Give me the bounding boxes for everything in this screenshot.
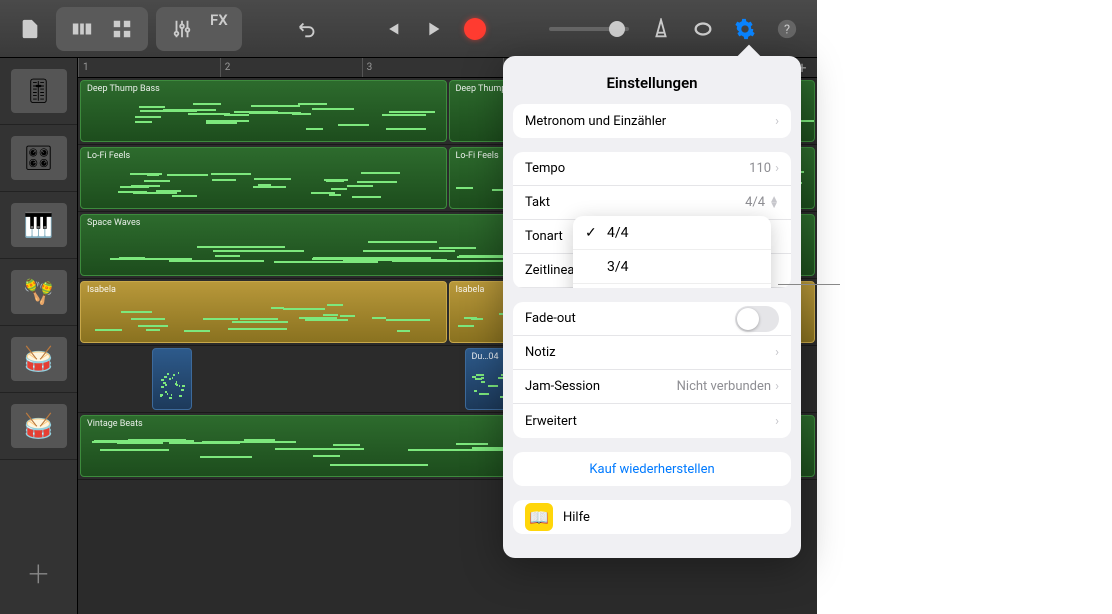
- updown-icon: ▲▼: [769, 197, 779, 209]
- zoom-slider[interactable]: [549, 27, 629, 31]
- track-header-space-waves[interactable]: 🎹: [0, 192, 77, 259]
- tracks-view-icon[interactable]: [104, 11, 140, 47]
- ruler-tick: 3: [362, 58, 504, 77]
- instrument-icon: 🥁: [11, 404, 67, 448]
- mixer-icon[interactable]: [164, 11, 200, 47]
- zeitlineal-label: Zeitlineal: [525, 263, 578, 278]
- add-track-button[interactable]: +: [19, 554, 59, 594]
- restore-purchase-button[interactable]: Kauf wiederherstellen: [513, 452, 791, 486]
- takt-option-label: 3/4: [607, 259, 629, 275]
- takt-row[interactable]: Takt 4/4 ▲▼: [513, 186, 791, 220]
- takt-option-label: 4/4: [607, 225, 629, 241]
- region[interactable]: Isabela: [80, 281, 447, 343]
- region[interactable]: [152, 348, 192, 410]
- chevron-right-icon: ›: [775, 379, 779, 394]
- ruler-tick: 1: [78, 58, 220, 77]
- region-label: Isabela: [81, 282, 446, 298]
- popover-title: Einstellungen: [513, 66, 791, 104]
- settings-button[interactable]: [727, 11, 763, 47]
- ruler-tick: 2: [220, 58, 362, 77]
- fadeout-toggle[interactable]: [735, 306, 779, 332]
- track-header-lo-fi-feels[interactable]: 🎛: [0, 125, 77, 192]
- takt-option[interactable]: 3/4: [573, 250, 771, 284]
- fx-button[interactable]: FX: [204, 11, 234, 47]
- instrument-icon: 🥁: [11, 337, 67, 381]
- takt-option[interactable]: 6/8: [573, 284, 771, 288]
- fadeout-row[interactable]: Fade-out: [513, 302, 791, 336]
- instrument-icon: 🎹: [11, 203, 67, 247]
- jam-session-row[interactable]: Jam-Session Nicht verbunden ›: [513, 370, 791, 404]
- track-headers: 🎚 🎛 🎹 🪇 🥁 🥁 +: [0, 58, 78, 614]
- notiz-row[interactable]: Notiz ›: [513, 336, 791, 370]
- region[interactable]: Lo-Fi Feels: [80, 147, 447, 209]
- chevron-right-icon: ›: [775, 414, 779, 429]
- region[interactable]: Deep Thump Bass: [80, 80, 447, 142]
- chevron-right-icon: ›: [775, 345, 779, 360]
- takt-dropdown: ✓ 4/4 3/4 6/8: [573, 216, 771, 288]
- track-header-du-04[interactable]: 🥁: [0, 326, 77, 393]
- tempo-label: Tempo: [525, 161, 565, 176]
- callout-line: [778, 284, 840, 285]
- rewind-button[interactable]: [373, 11, 409, 47]
- metronome-icon[interactable]: [643, 11, 679, 47]
- my-songs-button[interactable]: [12, 11, 48, 47]
- fadeout-label: Fade-out: [525, 311, 576, 326]
- zoom-handle[interactable]: [609, 21, 625, 37]
- region-label: Lo-Fi Feels: [81, 148, 446, 164]
- hilfe-row[interactable]: 📖 Hilfe: [513, 500, 791, 534]
- track-header-isabela[interactable]: 🪇: [0, 259, 77, 326]
- track-header-deep-thump-bass[interactable]: 🎚: [0, 58, 77, 125]
- tempo-row[interactable]: Tempo 110 ›: [513, 152, 791, 186]
- book-icon: 📖: [525, 503, 553, 531]
- play-button[interactable]: [415, 11, 451, 47]
- track-header-vintage-beats[interactable]: 🥁: [0, 393, 77, 460]
- chevron-right-icon: ›: [775, 114, 779, 129]
- instrument-icon: 🪇: [11, 270, 67, 314]
- notiz-label: Notiz: [525, 345, 556, 360]
- instrument-icon: 🎛: [11, 136, 67, 180]
- takt-option[interactable]: ✓ 4/4: [573, 216, 771, 250]
- chevron-right-icon: ›: [775, 161, 779, 176]
- help-button[interactable]: ?: [769, 11, 805, 47]
- svg-text:?: ?: [784, 22, 790, 37]
- jam-value: Nicht verbunden: [677, 379, 771, 394]
- tonart-label: Tonart: [525, 229, 563, 244]
- region-label: Deep Thump Bass: [81, 81, 446, 97]
- undo-button[interactable]: [290, 11, 326, 47]
- view-switcher[interactable]: [56, 7, 148, 51]
- browser-view-icon[interactable]: [64, 11, 100, 47]
- takt-label: Takt: [525, 195, 550, 210]
- takt-value: 4/4: [745, 195, 765, 210]
- settings-popover: Einstellungen Metronom und Einzähler › T…: [503, 56, 801, 558]
- restore-label: Kauf wiederherstellen: [589, 462, 714, 477]
- erweitert-label: Erweitert: [525, 414, 577, 429]
- region-label: [153, 349, 191, 355]
- jam-label: Jam-Session: [525, 379, 600, 394]
- erweitert-row[interactable]: Erweitert ›: [513, 404, 791, 438]
- hilfe-label: Hilfe: [563, 510, 590, 525]
- metronome-row[interactable]: Metronom und Einzähler ›: [513, 104, 791, 138]
- controls-fx-pill[interactable]: FX: [156, 7, 242, 51]
- instrument-icon: 🎚: [11, 69, 67, 113]
- metronome-label: Metronom und Einzähler: [525, 114, 666, 129]
- tempo-value: 110: [749, 161, 771, 176]
- check-icon: ✓: [585, 225, 597, 241]
- record-button[interactable]: [457, 11, 493, 47]
- toolbar: FX: [0, 0, 817, 58]
- loop-button[interactable]: [685, 11, 721, 47]
